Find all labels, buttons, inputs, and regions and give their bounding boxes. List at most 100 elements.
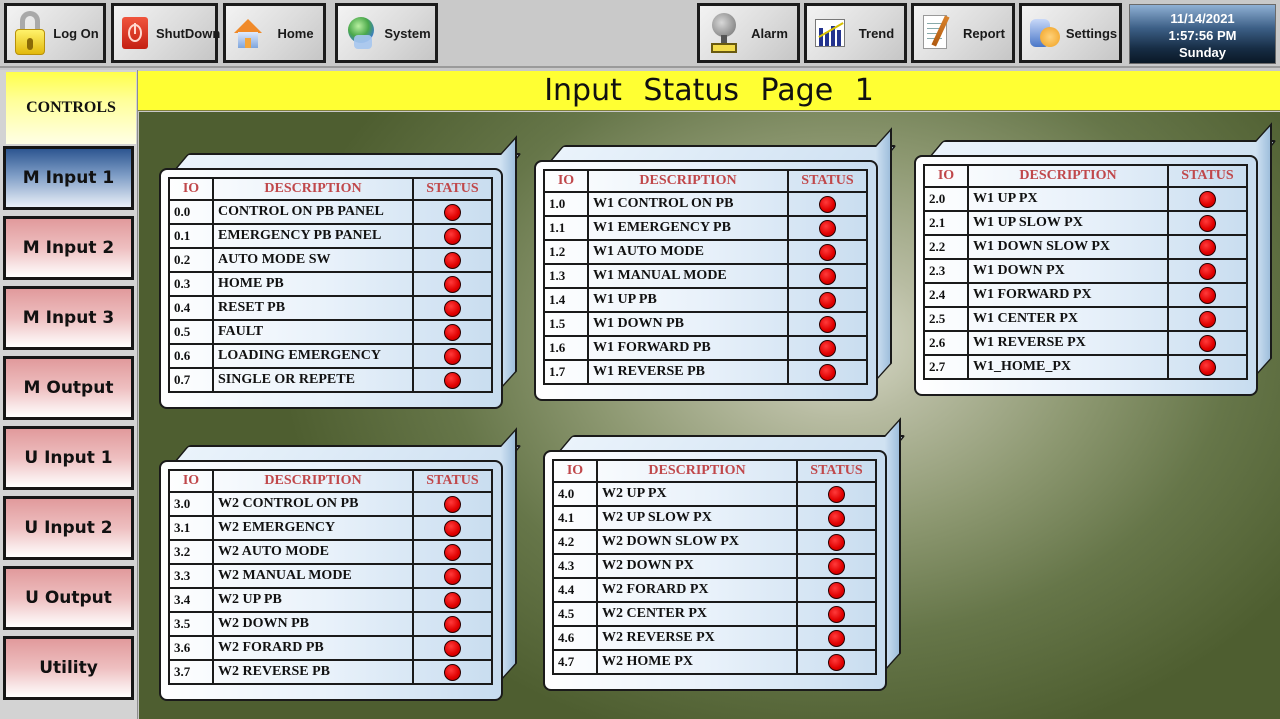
io-description: W2 EMERGENCY bbox=[212, 515, 414, 541]
panel-bevel-side bbox=[501, 427, 517, 681]
panel-bevel-side bbox=[885, 417, 901, 671]
report-button[interactable]: Report bbox=[911, 3, 1015, 63]
io-status-cell bbox=[787, 287, 868, 313]
io-address: 4.6 bbox=[552, 625, 598, 651]
io-status-cell bbox=[1167, 186, 1248, 212]
io-description: CONTROL ON PB PANEL bbox=[212, 199, 414, 225]
io-description: W2 UP PX bbox=[596, 481, 798, 507]
io-description: W2 REVERSE PX bbox=[596, 625, 798, 651]
io-status-cell bbox=[412, 295, 493, 321]
panel-face: IO DESCRIPTION STATUS 2.0 W1 UP PX 2.1 W1 UP S… bbox=[914, 155, 1258, 396]
status-header: STATUS bbox=[787, 169, 868, 193]
table-row: 0.1 EMERGENCY PB PANEL bbox=[168, 223, 493, 249]
shutdown-button[interactable]: ShutDown bbox=[111, 3, 221, 63]
io-description: LOADING EMERGENCY bbox=[212, 343, 414, 369]
status-indicator-icon bbox=[819, 315, 836, 333]
io-status-cell bbox=[412, 223, 493, 249]
nav-utility[interactable]: Utility bbox=[3, 636, 134, 700]
alarm-button[interactable]: Alarm bbox=[697, 3, 800, 63]
table-row: 4.7 W2 HOME PX bbox=[552, 649, 877, 675]
io-panel-4: IO DESCRIPTION STATUS 4.0 W2 UP PX 4.1 W2 UP S… bbox=[543, 417, 907, 693]
io-address: 4.4 bbox=[552, 577, 598, 603]
table-row: 3.0 W2 CONTROL ON PB bbox=[168, 491, 493, 517]
date-text: 11/14/2021 bbox=[1170, 11, 1235, 26]
status-indicator-icon bbox=[1199, 334, 1216, 352]
settings-label: Settings bbox=[1065, 25, 1118, 41]
nav-u-input-1[interactable]: U Input 1 bbox=[3, 426, 134, 490]
settings-button[interactable]: Settings bbox=[1019, 3, 1122, 63]
table-row: 4.3 W2 DOWN PX bbox=[552, 553, 877, 579]
status-indicator-icon bbox=[444, 299, 461, 317]
table-row: 0.3 HOME PB bbox=[168, 271, 493, 297]
status-header: STATUS bbox=[796, 459, 877, 483]
nav-m-input-1[interactable]: M Input 1 bbox=[3, 146, 134, 210]
io-panel-1: IO DESCRIPTION STATUS 1.0 W1 CONTROL ON PB 1.… bbox=[534, 127, 898, 403]
log-on-button[interactable]: Log On bbox=[4, 3, 106, 63]
io-description: FAULT bbox=[212, 319, 414, 345]
nav-m-output[interactable]: M Output bbox=[3, 356, 134, 420]
status-indicator-icon bbox=[819, 363, 836, 381]
io-address: 0.0 bbox=[168, 199, 214, 225]
table-header-row: IO DESCRIPTION STATUS bbox=[168, 177, 493, 201]
io-address: 2.4 bbox=[923, 282, 969, 308]
panel-bevel-side bbox=[501, 135, 517, 389]
nav-m-input-3[interactable]: M Input 3 bbox=[3, 286, 134, 350]
table-header-row: IO DESCRIPTION STATUS bbox=[552, 459, 877, 483]
table-row: 0.5 FAULT bbox=[168, 319, 493, 345]
status-indicator-icon bbox=[444, 323, 461, 341]
status-indicator-icon bbox=[444, 275, 461, 293]
status-indicator-icon bbox=[444, 591, 461, 609]
io-description: AUTO MODE SW bbox=[212, 247, 414, 273]
io-address: 1.0 bbox=[543, 191, 589, 217]
day-text: Sunday bbox=[1179, 45, 1226, 60]
globe-icon bbox=[344, 11, 380, 55]
io-address: 1.4 bbox=[543, 287, 589, 313]
io-status-cell bbox=[412, 611, 493, 637]
status-indicator-icon bbox=[444, 519, 461, 537]
trend-label: Trend bbox=[858, 25, 895, 41]
table-row: 2.7 W1_HOME_PX bbox=[923, 354, 1248, 380]
panel-face: IO DESCRIPTION STATUS 4.0 W2 UP PX 4.1 W2 UP S… bbox=[543, 450, 887, 691]
io-description: W1 FORWARD PX bbox=[967, 282, 1169, 308]
io-status-cell bbox=[796, 649, 877, 675]
io-address: 2.7 bbox=[923, 354, 969, 380]
trend-button[interactable]: Trend bbox=[804, 3, 907, 63]
time-text: 1:57:56 PM bbox=[1168, 28, 1237, 43]
io-description: W2 UP SLOW PX bbox=[596, 505, 798, 531]
table-row: 4.1 W2 UP SLOW PX bbox=[552, 505, 877, 531]
table-row: 3.2 W2 AUTO MODE bbox=[168, 539, 493, 565]
io-description: W1 FORWARD PB bbox=[587, 335, 789, 361]
panel-face: IO DESCRIPTION STATUS 0.0 CONTROL ON PB PANE… bbox=[159, 168, 503, 409]
io-description: W2 DOWN PX bbox=[596, 553, 798, 579]
nav-u-input-2[interactable]: U Input 2 bbox=[3, 496, 134, 560]
io-status-cell bbox=[1167, 282, 1248, 308]
status-indicator-icon bbox=[444, 203, 461, 221]
controls-header: CONTROLS bbox=[6, 72, 136, 144]
io-status-cell bbox=[787, 311, 868, 337]
status-indicator-icon bbox=[444, 251, 461, 269]
io-address: 1.5 bbox=[543, 311, 589, 337]
io-header: IO bbox=[168, 177, 214, 201]
io-status-cell bbox=[796, 601, 877, 627]
io-address: 4.7 bbox=[552, 649, 598, 675]
nav-m-input-2[interactable]: M Input 2 bbox=[3, 216, 134, 280]
io-status-cell bbox=[412, 539, 493, 565]
report-label: Report bbox=[963, 25, 1005, 41]
description-header: DESCRIPTION bbox=[967, 164, 1169, 188]
table-row: 3.5 W2 DOWN PB bbox=[168, 611, 493, 637]
io-status-cell bbox=[787, 191, 868, 217]
system-button[interactable]: System bbox=[335, 3, 438, 63]
table-row: 3.7 W2 REVERSE PB bbox=[168, 659, 493, 685]
table-row: 2.6 W1 REVERSE PX bbox=[923, 330, 1248, 356]
io-description: RESET PB bbox=[212, 295, 414, 321]
status-indicator-icon bbox=[444, 371, 461, 389]
shutdown-label: ShutDown bbox=[156, 25, 221, 41]
table-row: 1.0 W1 CONTROL ON PB bbox=[543, 191, 868, 217]
table-row: 1.3 W1 MANUAL MODE bbox=[543, 263, 868, 289]
io-address: 1.6 bbox=[543, 335, 589, 361]
io-address: 2.3 bbox=[923, 258, 969, 284]
home-button[interactable]: Home bbox=[223, 3, 326, 63]
nav-u-output[interactable]: U Output bbox=[3, 566, 134, 630]
status-indicator-icon bbox=[819, 195, 836, 213]
table-row: 1.6 W1 FORWARD PB bbox=[543, 335, 868, 361]
